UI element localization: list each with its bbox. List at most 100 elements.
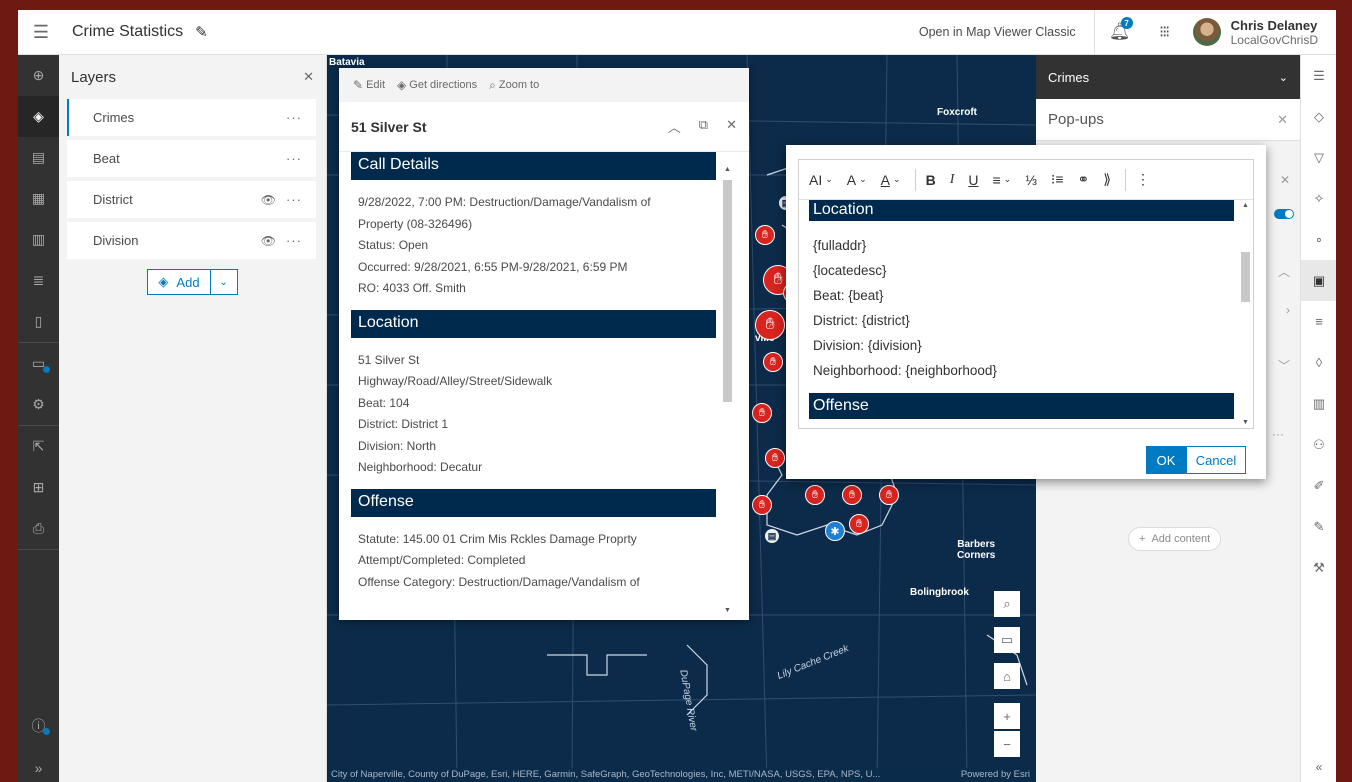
forms-icon[interactable]: ⚇ [1301, 424, 1336, 465]
scroll-up-icon[interactable]: ▲ [721, 166, 734, 173]
fields-icon[interactable]: ≡ [1301, 301, 1336, 342]
screen-button[interactable]: ▭ [994, 627, 1020, 653]
font-style-button[interactable]: A ⌄ [847, 172, 867, 188]
layers-icon[interactable]: ◈ [18, 96, 59, 137]
crime-marker[interactable]: ✋︎ [805, 485, 825, 505]
underline-button[interactable]: U [968, 172, 978, 188]
powered-by-esri[interactable]: Powered by Esri [961, 768, 1030, 782]
expand-icon[interactable]: » [18, 747, 59, 782]
add-layer-button[interactable]: ◈ Add ⌄ [147, 269, 238, 295]
draw-icon[interactable]: ✎ [1301, 506, 1336, 547]
layer-item-district[interactable]: District 👁︎ ··· [67, 181, 316, 218]
crime-marker[interactable]: ✋︎ [755, 225, 775, 245]
notifications-icon[interactable]: 🔔︎ 7 [1095, 17, 1145, 42]
more-options-icon[interactable]: ··· [286, 151, 302, 166]
align-button[interactable]: ≡ ⌄ [992, 172, 1011, 188]
bookmarks-icon[interactable]: ▯ [18, 301, 59, 342]
info-icon[interactable]: ⓘ [18, 705, 59, 746]
user-menu[interactable]: Chris Delaney LocalGovChrisD [1183, 18, 1336, 47]
filter-icon[interactable]: ▽ [1301, 137, 1336, 178]
legend-icon[interactable]: ≣ [18, 260, 59, 301]
styles-icon[interactable]: ◇ [1301, 96, 1336, 137]
layer-item-beat[interactable]: Beat ··· [67, 140, 316, 177]
tables-icon[interactable]: ▤ [18, 137, 59, 178]
editor-scrollbar[interactable]: ▲ ▼ [1239, 202, 1252, 426]
add-layer-icon[interactable]: ⊕ [18, 55, 59, 96]
crime-marker[interactable]: ✋︎ [755, 310, 785, 340]
save-icon[interactable]: ▭ [18, 343, 59, 384]
font-color-button[interactable]: A ⌄ [881, 172, 901, 188]
zoom-in-button[interactable]: + [994, 703, 1020, 729]
ok-button[interactable]: OK [1146, 446, 1186, 474]
font-size-button[interactable]: AI ⌄ [809, 172, 833, 188]
scroll-thumb[interactable] [1241, 252, 1250, 302]
print-icon[interactable]: ⎙ [18, 508, 59, 549]
cancel-button[interactable]: Cancel [1186, 446, 1246, 474]
popups-icon[interactable]: ▣ [1301, 260, 1336, 301]
insert-field-button[interactable]: ⟫ [1103, 171, 1111, 188]
sketch-icon[interactable]: ✐ [1301, 465, 1336, 506]
app-launcher-icon[interactable]: ⁝⁝⁝ [1145, 22, 1183, 42]
scroll-down-icon[interactable]: ▼ [721, 607, 734, 614]
dock-icon[interactable]: ⧉ [699, 117, 708, 136]
collapse-icon[interactable]: ︿ [668, 117, 681, 136]
crime-marker[interactable]: ✋︎ [879, 485, 899, 505]
clustering-icon[interactable]: ∘ [1301, 219, 1336, 260]
share-icon[interactable]: ⇱ [18, 426, 59, 467]
chevron-right-icon[interactable]: › [1286, 303, 1290, 317]
crime-marker[interactable]: ✋︎ [842, 485, 862, 505]
more-options-icon[interactable]: ··· [286, 192, 302, 207]
properties-icon[interactable]: ⚙ [18, 384, 59, 425]
more-options-icon[interactable]: ··· [1272, 427, 1284, 441]
bulleted-list-button[interactable]: ⁝≡ [1051, 171, 1064, 188]
create-app-icon[interactable]: ⊞ [18, 467, 59, 508]
collapse-icon[interactable]: « [1301, 760, 1336, 774]
visibility-icon[interactable]: 👁︎ [261, 234, 276, 248]
search-map-button[interactable]: ⌕ [994, 591, 1020, 617]
document-marker[interactable]: ▤ [764, 528, 780, 544]
crime-marker[interactable]: ✱ [825, 521, 845, 541]
more-options-icon[interactable]: ··· [286, 233, 302, 248]
basemap-icon[interactable]: ▦ [18, 178, 59, 219]
more-options-icon[interactable]: ⋮ [1136, 171, 1150, 188]
close-icon[interactable]: ✕ [303, 69, 314, 85]
crime-marker[interactable]: ✋︎ [849, 514, 869, 534]
italic-button[interactable]: I [950, 172, 955, 188]
layer-item-crimes[interactable]: Crimes ··· [67, 99, 316, 136]
more-options-icon[interactable]: ··· [286, 110, 302, 125]
add-content-button[interactable]: + Add content [1128, 527, 1222, 551]
crime-marker[interactable]: ✋︎ [765, 448, 785, 468]
scroll-down-icon[interactable]: ▼ [1239, 419, 1252, 426]
edit-title-icon[interactable]: ✎ [195, 23, 208, 41]
link-button[interactable]: ⚭ [1078, 171, 1090, 188]
popup-body[interactable]: Call Details 9/28/2022, 7:00 PM: Destruc… [351, 152, 716, 610]
layer-select[interactable]: Crimes ⌄ [1036, 55, 1300, 99]
edit-action[interactable]: ✎ Edit [353, 78, 385, 92]
bold-button[interactable]: B [926, 172, 936, 188]
close-icon[interactable]: ✕ [726, 117, 737, 136]
open-classic-link[interactable]: Open in Map Viewer Classic [901, 25, 1094, 39]
chevron-up-icon[interactable]: ︿ [1278, 263, 1290, 280]
numbered-list-button[interactable]: ⅓ [1025, 172, 1037, 188]
menu-icon[interactable]: ☰ [18, 10, 64, 55]
effects-icon[interactable]: ✧ [1301, 178, 1336, 219]
popup-scrollbar[interactable]: ▲ ▼ [721, 166, 734, 614]
crime-marker[interactable]: ✋︎ [752, 495, 772, 515]
charts-icon[interactable]: ▥ [1301, 383, 1336, 424]
scroll-thumb[interactable] [723, 180, 732, 402]
labels-icon[interactable]: ◊ [1301, 342, 1336, 383]
editor-content[interactable]: Location {fulladdr} {locatedesc} Beat: {… [809, 200, 1234, 426]
crime-marker[interactable]: ✋︎ [752, 403, 772, 423]
zoom-out-button[interactable]: − [994, 731, 1020, 757]
tools-icon[interactable]: ⚒ [1301, 547, 1336, 588]
home-button[interactable]: ⌂ [994, 663, 1020, 689]
popup-toggle[interactable] [1274, 209, 1294, 219]
chevron-down-icon[interactable]: ﹀ [1278, 357, 1290, 374]
close-icon[interactable]: ✕ [1277, 112, 1288, 128]
add-layer-main[interactable]: ◈ Add [148, 270, 211, 294]
chevron-down-icon[interactable]: ⌄ [211, 277, 237, 288]
charts-icon[interactable]: ▥ [18, 219, 59, 260]
crime-marker[interactable]: ✋︎ [763, 352, 783, 372]
zoom-to-action[interactable]: ⌕ Zoom to [489, 78, 539, 93]
layer-item-division[interactable]: Division 👁︎ ··· [67, 222, 316, 259]
